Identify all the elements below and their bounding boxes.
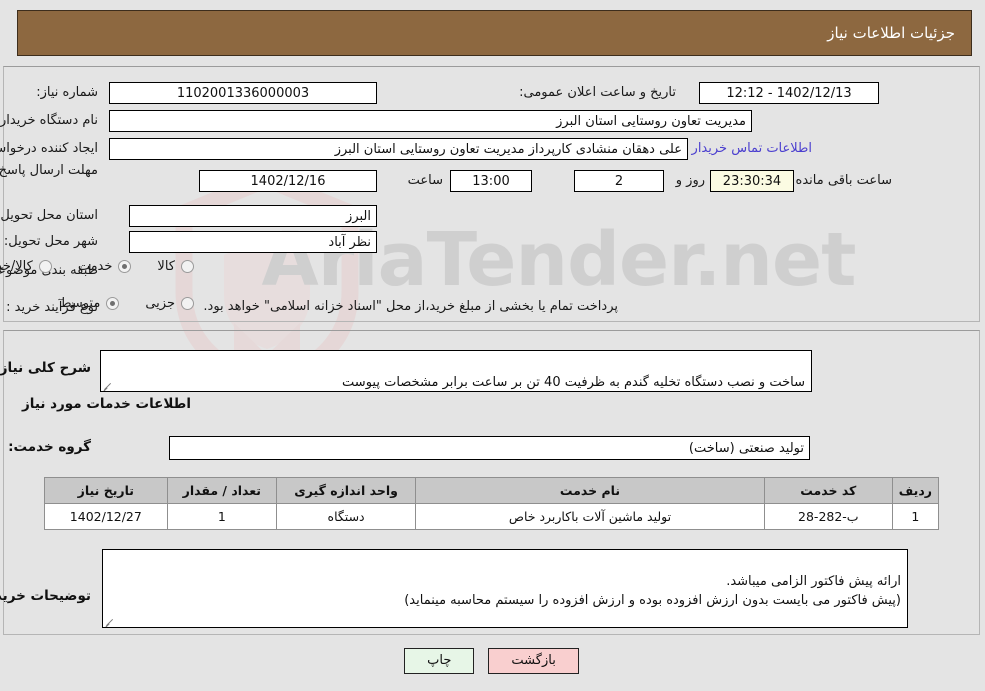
- table-header-row: ردیف کد خدمت نام خدمت واحد اندازه گیری ت…: [45, 477, 941, 504]
- column-header-name: نام خدمت: [416, 477, 766, 504]
- process-radio-option-label: جزیی: [146, 296, 176, 311]
- label-service-group: گروه خدمت:: [9, 439, 92, 455]
- field-remaining-time: 23:30:34: [711, 170, 795, 192]
- page-root: AriaTender.net جزئیات اطلاعات نیاز شماره…: [0, 0, 985, 691]
- field-buyer-org[interactable]: مدیریت تعاون روستایی استان البرز: [110, 110, 753, 132]
- table-cell-qty: 1: [167, 503, 278, 530]
- column-header-code: کد خدمت: [764, 477, 894, 504]
- field-service-group[interactable]: تولید صنعتی (ساخت): [170, 436, 811, 460]
- process-radio-option-1[interactable]: متوسط: [60, 296, 121, 311]
- label-need-number: شماره نیاز:: [37, 85, 99, 100]
- category-radio-option-2[interactable]: کالا/خدمت: [0, 259, 53, 274]
- field-deadline-hour[interactable]: 13:00: [451, 170, 533, 192]
- process-radio-option-0[interactable]: جزیی: [146, 296, 195, 311]
- radio-button-icon[interactable]: [182, 297, 195, 310]
- table-row[interactable]: 1 ب-282-28 تولید ماشین آلات باکاربرد خاص دس…: [45, 503, 941, 530]
- description-textarea[interactable]: ساخت و نصب دستگاه تخلیه گندم به ظرفیت 40…: [101, 350, 813, 392]
- label-buyer-org: نام دستگاه خریدار:: [0, 113, 99, 128]
- resize-grip-icon[interactable]: [104, 380, 114, 390]
- table-cell-name: تولید ماشین آلات باکاربرد خاص: [416, 503, 766, 530]
- column-header-qty: تعداد / مقدار: [167, 477, 278, 504]
- services-table: ردیف کد خدمت نام خدمت واحد اندازه گیری ت…: [45, 477, 941, 530]
- need-info-panel: [4, 66, 981, 322]
- print-button[interactable]: چاپ: [405, 648, 476, 674]
- field-public-announce[interactable]: 1402/12/13 - 12:12: [700, 82, 880, 104]
- services-heading: اطلاعات خدمات مورد نیاز: [22, 396, 192, 412]
- column-header-date: تاریخ نیاز: [45, 477, 169, 504]
- label-remaining: ساعت باقی مانده: [796, 173, 893, 188]
- field-city[interactable]: نظر آباد: [130, 231, 378, 253]
- field-province[interactable]: البرز: [130, 205, 378, 227]
- table-cell-unit: دستگاه: [276, 503, 418, 530]
- page-title: جزئیات اطلاعات نیاز: [828, 24, 956, 42]
- radio-button-icon[interactable]: [107, 297, 121, 310]
- label-deadline: مهلت ارسال پاسخ: تا تاریخ:: [0, 163, 99, 179]
- field-deadline-date[interactable]: 1402/12/16: [200, 170, 378, 192]
- label-description: شرح کلی نیاز:: [0, 360, 92, 376]
- table-cell-date: 1402/12/27: [45, 503, 169, 530]
- column-header-row: ردیف: [892, 477, 941, 504]
- label-deadline-text: مهلت ارسال پاسخ: تا تاریخ:: [0, 163, 99, 178]
- category-radio-option-label: کالا/خدمت: [0, 259, 34, 274]
- buyer-notes-textarea[interactable]: ارائه پیش فاکتور الزامی میباشد. (پیش فاک…: [103, 549, 909, 628]
- label-day-and: روز و: [676, 173, 706, 188]
- label-public-announce: تاریخ و ساعت اعلان عمومی:: [520, 85, 677, 100]
- category-radio-option-0[interactable]: کالا: [158, 259, 195, 274]
- radio-button-icon[interactable]: [119, 260, 133, 273]
- process-note: پرداخت تمام یا بخشی از مبلغ خرید،از محل …: [204, 299, 619, 314]
- buyer-contact-link[interactable]: اطلاعات تماس خریدار: [693, 141, 813, 156]
- description-value: ساخت و نصب دستگاه تخلیه گندم به ظرفیت 40…: [343, 375, 806, 390]
- label-buyer-notes: توضیحات خریدار:: [0, 588, 92, 604]
- label-hour: ساعت: [408, 173, 444, 188]
- label-province: استان محل تحویل:: [0, 208, 99, 223]
- process-radio-option-label: متوسط: [60, 296, 102, 311]
- action-buttons: بازگشت چاپ: [0, 648, 985, 674]
- resize-grip-icon-notes[interactable]: [106, 616, 116, 626]
- field-remaining-days[interactable]: 2: [575, 170, 665, 192]
- label-city: شهر محل تحویل:: [4, 234, 99, 249]
- table-cell-row: 1: [892, 503, 941, 530]
- field-requester[interactable]: علی دهقان منشادی کارپرداز مدیریت تعاون ر…: [110, 138, 689, 160]
- page-title-bar: جزئیات اطلاعات نیاز: [18, 10, 973, 56]
- radio-button-icon[interactable]: [39, 260, 53, 273]
- column-header-unit: واحد اندازه گیری: [276, 477, 418, 504]
- back-button[interactable]: بازگشت: [489, 648, 580, 674]
- radio-button-icon[interactable]: [182, 260, 195, 273]
- table-cell-code: ب-282-28: [764, 503, 894, 530]
- buyer-notes-value: ارائه پیش فاکتور الزامی میباشد. (پیش فاک…: [405, 574, 902, 608]
- process-radio-group[interactable]: جزیی متوسط: [34, 296, 195, 311]
- category-radio-option-1[interactable]: خدمت: [79, 259, 133, 274]
- field-need-number[interactable]: 1102001336000003: [110, 82, 378, 104]
- category-radio-option-label: کالا: [158, 259, 176, 274]
- category-radio-group[interactable]: کالا خدمت کالا/خدمت: [0, 259, 195, 274]
- category-radio-option-label: خدمت: [78, 259, 114, 274]
- label-requester: ایجاد کننده درخواست:: [0, 141, 99, 156]
